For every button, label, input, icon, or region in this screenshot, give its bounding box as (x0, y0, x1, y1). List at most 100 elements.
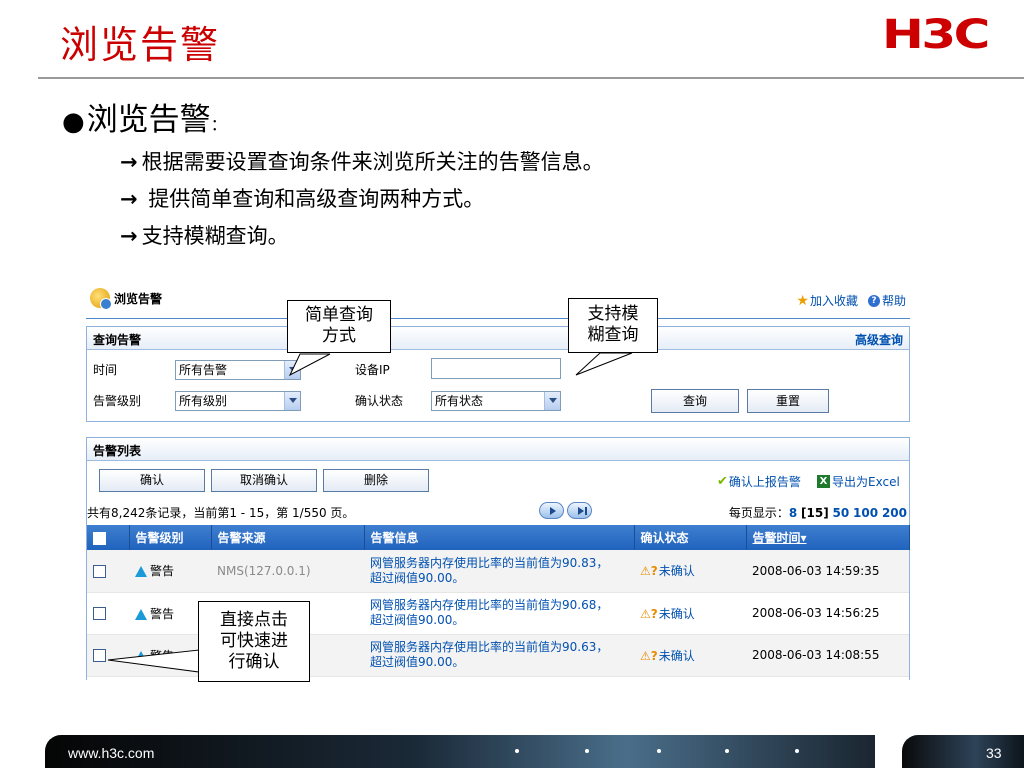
bullet-heading: ●浏览告警： (62, 94, 227, 139)
last-page-icon[interactable] (567, 502, 592, 519)
page-size-option[interactable]: 100 (853, 506, 878, 520)
device-ip-label: 设备IP (355, 363, 390, 377)
row-checkbox[interactable] (93, 607, 106, 620)
delete-button[interactable]: 删除 (323, 469, 429, 492)
time-label: 时间 (93, 363, 118, 377)
alarm-info-line: 超过阀值90.00。 (370, 570, 465, 585)
time-select[interactable]: 所有告警 (175, 360, 301, 380)
unacknowledged-icon: ⚠? (640, 648, 658, 663)
search-button[interactable]: 查询 (651, 389, 739, 413)
callout-simple-query: 简单查询 方式 (287, 300, 391, 353)
chevron-down-icon (544, 392, 560, 410)
alarm-info-link[interactable]: 网管服务器内存使用比率的当前值为90.63， 超过阀值90.00。 (364, 634, 634, 677)
alarm-info-link[interactable]: 网管服务器内存使用比率的当前值为90.68， 超过阀值90.00。 (364, 592, 634, 635)
table-row: 警告 NMS(127.0.0.1) 网管服务器内存使用比率的当前值为90.83，… (87, 550, 909, 593)
alarm-info-line: 网管服务器内存使用比率的当前值为90.63， (370, 640, 609, 654)
ack-status-text: 未确认 (658, 564, 695, 579)
callout-line: 直接点击 (220, 610, 288, 630)
record-summary: 共有8,242条记录，当前第1 - 15，第 1/550 页。 (87, 506, 355, 520)
page-header: 浏览告警 (90, 288, 162, 310)
ack-status-link[interactable]: ⚠?未确认 (634, 592, 746, 635)
time-cell: 2008-06-03 14:08:55 (746, 634, 909, 677)
export-excel-link[interactable]: X 导出为Excel (817, 473, 900, 490)
column-header-source: 告警来源 (211, 525, 365, 550)
ack-reported-alarms-link[interactable]: ✔ 确认上报告警 (717, 473, 801, 490)
alarm-info-line: 超过阀值90.00。 (370, 613, 465, 627)
slide-title: 浏览告警 (60, 23, 221, 67)
chevron-down-icon (284, 392, 300, 410)
footer-decoration (515, 749, 519, 753)
reset-button[interactable]: 重置 (747, 389, 829, 413)
severity-select-value: 所有级别 (179, 394, 228, 408)
callout-line: 方式 (322, 326, 356, 346)
bullet-point-text: 支持模糊查询。 (141, 224, 289, 248)
ack-status-select-value: 所有状态 (435, 394, 484, 408)
bullet-point-3: → 支持模糊查询。 (120, 220, 289, 250)
page-size-option[interactable]: 200 (882, 506, 907, 520)
time-select-value: 所有告警 (179, 363, 228, 377)
bullet-point-text: 提供简单查询和高级查询两种方式。 (141, 187, 485, 211)
callout-line: 支持模 (587, 304, 639, 324)
page-size-option[interactable]: 8 (789, 506, 797, 520)
severity-text: 警告 (150, 606, 175, 621)
callout-quick-ack: 直接点击 可快速进 行确认 (198, 601, 310, 682)
alarm-info-link[interactable]: 网管服务器内存使用比率的当前值为90.83， 超过阀值90.00。 (364, 550, 634, 593)
chevron-down-icon (284, 361, 300, 379)
unacknowledged-icon: ⚠? (640, 606, 658, 621)
callout-fuzzy-query: 支持模 糊查询 (568, 298, 658, 353)
pager (539, 502, 595, 519)
page-size-selector: 每页显示：8 [15] 50 100 200 (729, 504, 907, 521)
arrow-icon: → (120, 150, 138, 174)
severity-select[interactable]: 所有级别 (175, 391, 301, 411)
alarm-list-title: 告警列表 (93, 444, 142, 458)
footer-decoration (795, 749, 799, 753)
callout-line: 行确认 (228, 652, 280, 672)
warning-severity-icon (135, 608, 147, 620)
sort-desc-icon: ▾ (800, 531, 807, 545)
row-checkbox[interactable] (93, 564, 106, 578)
advanced-query-link[interactable]: 高级查询 (855, 331, 903, 348)
next-page-icon[interactable] (539, 502, 564, 519)
ack-status-select[interactable]: 所有状态 (431, 391, 561, 411)
page-number: 33 (986, 745, 1002, 761)
source-cell: NMS(127.0.0.1) (211, 550, 364, 593)
severity-text: 警告 (150, 564, 175, 579)
alarm-info-line: 网管服务器内存使用比率的当前值为90.68， (370, 598, 609, 612)
warning-severity-icon (135, 650, 147, 662)
footer-decoration (585, 749, 589, 753)
excel-icon: X (817, 475, 830, 488)
top-links: ★ 加入收藏 ? 帮助 (786, 292, 906, 309)
add-favorite-link[interactable]: ★ 加入收藏 (796, 292, 858, 309)
ack-status-label: 确认状态 (355, 394, 404, 408)
bullet-heading-colon: ： (210, 115, 227, 134)
query-panel-title: 查询告警 (93, 333, 142, 347)
help-link[interactable]: ? 帮助 (867, 292, 906, 309)
time-cell: 2008-06-03 14:56:25 (746, 592, 909, 635)
page-size-option[interactable]: 50 (833, 506, 850, 520)
check-icon: ✔ (717, 474, 728, 489)
ack-status-link[interactable]: ⚠?未确认 (634, 634, 746, 677)
ack-status-link[interactable]: ⚠?未确认 (634, 550, 746, 593)
footer-bar (45, 735, 875, 768)
severity-text: 警告 (150, 648, 175, 663)
bullet-point-text: 根据需要设置查询条件来浏览所关注的告警信息。 (141, 150, 604, 174)
column-header-time[interactable]: 告警时间▾ (746, 525, 910, 550)
alarm-info-line: 网管服务器内存使用比率的当前值为90.83， (370, 555, 609, 570)
select-all-checkbox[interactable] (93, 531, 106, 545)
row-select-cell (87, 592, 129, 635)
alarm-bell-icon (90, 288, 112, 310)
arrow-icon: → (120, 224, 138, 248)
footer-url: www.h3c.com (68, 745, 155, 761)
table-header-row: 告警级别 告警来源 告警信息 确认状态 告警时间▾ (87, 525, 910, 550)
unacknowledge-button[interactable]: 取消确认 (211, 469, 317, 492)
page-size-current: [15] (801, 506, 829, 520)
acknowledge-button[interactable]: 确认 (99, 469, 205, 492)
column-header-info: 告警信息 (364, 525, 635, 550)
device-ip-input[interactable] (431, 358, 561, 379)
row-checkbox[interactable] (93, 649, 106, 662)
callout-line: 可快速进 (220, 631, 288, 651)
bullet-heading-text: 浏览告警 (86, 102, 211, 138)
row-select-cell (87, 550, 129, 593)
ack-status-text: 未确认 (658, 606, 695, 621)
query-panel-header: 查询告警 高级查询 (87, 327, 909, 350)
